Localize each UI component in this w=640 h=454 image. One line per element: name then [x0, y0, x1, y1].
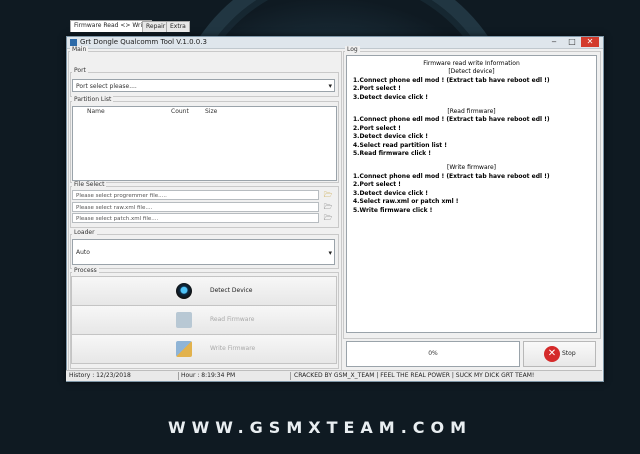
programmer-folder-icon[interactable]: 🗁 [323, 190, 333, 200]
loader-select[interactable]: Auto ▾ [72, 239, 335, 265]
minimize-button[interactable]: ‒ [545, 37, 563, 47]
programmer-file-input[interactable]: Please select progremmer file..... [72, 190, 319, 200]
file-select-group-label: File Select [72, 181, 107, 189]
log-line: 5.Write firmware click ! [353, 206, 433, 214]
log-heading: Firmware read write Information [423, 60, 520, 67]
write-firmware-icon [176, 341, 192, 357]
chevron-down-icon: ▾ [328, 82, 332, 90]
log-line: 2.Port select ! [353, 85, 401, 93]
background-website-text: WWW.GSMXTEAM.COM [167, 418, 473, 437]
log-group-label: Log [345, 46, 360, 54]
write-firmware-button[interactable]: Write Firmware [71, 334, 337, 364]
read-firmware-icon [176, 312, 192, 328]
close-button[interactable]: ✕ [581, 37, 599, 47]
window-title: Grt Dongle Qualcomm Tool V.1.0.0.3 [80, 38, 207, 46]
status-hour: Hour : 8:19:34 PM [181, 372, 236, 379]
log-line: 4.Select raw.xml or patch xml ! [353, 198, 459, 206]
partition-list-group-label: Partition List [72, 96, 114, 104]
column-header-size[interactable]: Size [205, 107, 217, 117]
log-line: 1.Connect phone edl mod ! (Extract tab h… [353, 172, 550, 180]
log-line: 1.Connect phone edl mod ! (Extract tab h… [353, 116, 550, 124]
log-write-title: [Write firmware] [446, 164, 497, 172]
patchxml-folder-icon[interactable]: 🗁 [323, 213, 333, 223]
log-line: 3.Detect device click ! [353, 133, 429, 141]
log-line: 3.Detect device click ! [353, 93, 429, 101]
chevron-down-icon: ▾ [328, 249, 332, 257]
log-line: 1.Connect phone edl mod ! (Extract tab h… [353, 76, 550, 84]
write-firmware-label: Write Firmware [210, 345, 256, 352]
port-select-value: Port select please.... [76, 83, 137, 90]
main-group-label: Main [70, 46, 89, 54]
status-bar: History : 12/23/2018 Hour : 8:19:34 PM C… [66, 370, 602, 381]
log-line: 4.Select read partition list ! [353, 141, 447, 149]
detect-device-label: Detect Device [210, 287, 253, 294]
stop-label: Stop [562, 350, 576, 357]
port-select[interactable]: Port select please.... ▾ [72, 79, 335, 92]
log-output[interactable]: Firmware read write Information [Detect … [346, 55, 597, 333]
log-line: 5.Read firmware click ! [353, 150, 431, 158]
port-group-label: Port [72, 67, 88, 75]
tab-extra[interactable]: Extra [166, 21, 190, 32]
log-read-title: [Read firmware] [447, 108, 496, 116]
log-detect-title: [Detect device] [448, 68, 495, 76]
partition-list-view[interactable]: Name Count Size [72, 106, 337, 181]
column-header-name[interactable]: Name [87, 107, 105, 117]
rawxml-folder-icon[interactable]: 🗁 [323, 202, 333, 212]
log-line: 2.Port select ! [353, 124, 401, 132]
app-icon [70, 39, 77, 46]
stop-icon: ✕ [544, 346, 560, 362]
rawxml-file-input[interactable]: Please select raw.xml file.... [72, 202, 319, 212]
process-group-label: Process [72, 267, 99, 275]
patchxml-file-input[interactable]: Please select patch.xml file.... [72, 213, 319, 223]
status-message: CRACKED BY GSM_X_TEAM | FEEL THE REAL PO… [294, 372, 535, 379]
maximize-button[interactable]: □ [563, 37, 581, 47]
loader-select-value: Auto [76, 249, 90, 256]
column-header-count[interactable]: Count [171, 107, 189, 117]
title-bar: Grt Dongle Qualcomm Tool V.1.0.0.3 ‒ □ ✕ [67, 37, 603, 49]
log-line: 3.Detect device click ! [353, 189, 429, 197]
log-line: 2.Port select ! [353, 181, 401, 189]
read-firmware-label: Read Firmware [210, 316, 255, 323]
loader-group-label: Loader [72, 229, 97, 237]
tab-firmware-read-write[interactable]: Firmware Read <> Write [70, 20, 153, 32]
chip-icon [176, 283, 192, 299]
read-firmware-button[interactable]: Read Firmware [71, 305, 337, 335]
stop-button[interactable]: ✕ Stop [523, 341, 596, 367]
detect-device-button[interactable]: Detect Device [71, 276, 337, 306]
status-history: History : 12/23/2018 [69, 372, 131, 379]
progress-bar: 0% [346, 341, 520, 367]
